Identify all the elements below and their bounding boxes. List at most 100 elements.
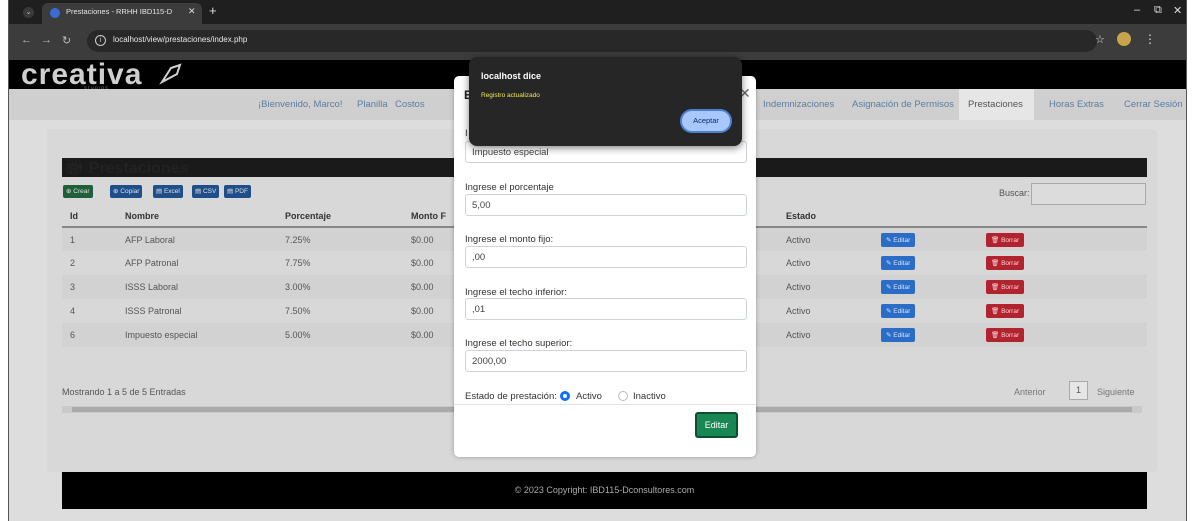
col-nombre[interactable]: Nombre xyxy=(117,206,277,228)
right-border xyxy=(1186,0,1187,521)
cell-nombre: ISSS Patronal xyxy=(125,306,182,316)
gift-icon: 🎁︎ xyxy=(64,160,85,177)
cell-id: 2 xyxy=(70,258,76,268)
cell-porcentaje: 5.00% xyxy=(277,323,403,347)
nav-horas-extras[interactable]: Horas Extras xyxy=(1049,99,1104,110)
footer: © 2023 Copyright: IBD115-Dconsultores.co… xyxy=(62,472,1147,509)
logo-leaf-icon xyxy=(159,63,182,85)
footer-text: © 2023 Copyright: IBD115-Dconsultores.co… xyxy=(514,485,695,495)
cell-porcentaje: 7.75% xyxy=(285,258,311,268)
radio-inactivo[interactable] xyxy=(618,391,628,401)
search-label: Buscar: xyxy=(999,188,1030,198)
delete-button[interactable]: 🗑︎ Borrar xyxy=(986,328,1025,342)
radio-activo[interactable] xyxy=(560,391,570,401)
cell-estado: Activo xyxy=(778,275,873,299)
close-window-icon[interactable]: ✕ xyxy=(1173,4,1182,17)
back-icon[interactable]: ← xyxy=(21,34,32,46)
nombre-label: I xyxy=(465,128,468,139)
site-info-icon[interactable]: i xyxy=(95,35,106,46)
delete-button[interactable]: 🗑︎ Borrar xyxy=(986,304,1025,318)
cell-nombre: AFP Patronal xyxy=(125,258,179,268)
col-editar xyxy=(873,206,978,228)
maximize-icon[interactable]: ⧉ xyxy=(1154,4,1162,17)
edit-button[interactable]: ✎ Editar xyxy=(881,280,916,294)
tab-close-icon[interactable]: ✕ xyxy=(188,6,196,17)
delete-button[interactable]: 🗑︎ Borrar xyxy=(986,280,1025,294)
url-text: localhost/view/prestaciones/index.php xyxy=(113,35,248,44)
bookmark-star-icon[interactable]: ☆ xyxy=(1095,33,1105,46)
tab-search-icon[interactable]: ⌄ xyxy=(23,7,34,18)
techo-inferior-label: Ingrese el techo inferior: xyxy=(465,287,567,298)
edit-button[interactable]: ✎ Editar xyxy=(881,328,916,342)
alert-title: localhost dice xyxy=(481,71,542,81)
pagination-next[interactable]: Siguiente xyxy=(1097,387,1135,397)
nav-costos[interactable]: Costos xyxy=(395,99,425,110)
radio-inactivo-label[interactable]: Inactivo xyxy=(633,391,666,402)
copiar-button[interactable]: ⊕ Copiar xyxy=(110,185,143,198)
edit-button[interactable]: ✎ Editar xyxy=(881,304,916,318)
delete-button[interactable]: 🗑︎ Borrar xyxy=(986,232,1025,247)
cell-estado: Activo xyxy=(778,323,873,347)
cell-porcentaje: 7.50% xyxy=(285,306,311,316)
reload-icon[interactable]: ↻ xyxy=(62,34,71,47)
techo-inferior-input[interactable]: ,01 xyxy=(465,298,747,320)
excel-button[interactable]: ▤ Excel xyxy=(153,185,183,198)
submit-edit-button[interactable]: Editar xyxy=(695,412,738,438)
new-tab-icon[interactable]: + xyxy=(209,3,217,18)
cell-estado: Activo xyxy=(778,227,873,251)
tab-title: Prestaciones - RRHH IBD115-D xyxy=(66,7,173,16)
csv-button[interactable]: ▤ CSV xyxy=(192,185,220,198)
techo-superior-input[interactable]: 2000,00 xyxy=(465,350,747,372)
nav-indemnizaciones[interactable]: Indemnizaciones xyxy=(763,99,834,110)
radio-activo-label[interactable]: Activo xyxy=(576,391,602,402)
pagination-prev[interactable]: Anterior xyxy=(1014,387,1046,397)
edit-button[interactable]: ✎ Editar xyxy=(881,256,916,270)
browser-address-bar: ← → ↻ i localhost/view/prestaciones/inde… xyxy=(9,24,1186,60)
pagination-page[interactable]: 1 xyxy=(1069,381,1088,400)
crear-button[interactable]: ⊕ Crear xyxy=(63,185,93,198)
alert-accept-button[interactable]: Aceptar xyxy=(680,109,732,133)
cell-nombre: Impuesto especial xyxy=(117,323,277,347)
search-input[interactable] xyxy=(1031,183,1146,205)
alert-message: Registro actualizado xyxy=(481,92,540,99)
cell-estado: Activo xyxy=(786,306,811,316)
nav-welcome[interactable]: ¡Bienvenido, Marco! xyxy=(258,99,342,110)
browser-tab[interactable]: Prestaciones - RRHH IBD115-D ✕ xyxy=(42,3,202,24)
delete-button[interactable]: 🗑︎ Borrar xyxy=(986,256,1025,270)
cell-id: 3 xyxy=(62,275,117,299)
screenshot-frame: ⌄ Prestaciones - RRHH IBD115-D ✕ + – ⧉ ✕… xyxy=(0,0,1194,521)
col-estado[interactable]: Estado xyxy=(778,206,873,228)
estado-label: Estado de prestación: xyxy=(465,391,557,402)
porcentaje-label: Ingrese el porcentaje xyxy=(465,182,554,193)
cell-id: 4 xyxy=(70,306,76,316)
site-logo[interactable]: creativa xyxy=(21,60,142,92)
monto-input[interactable]: ,00 xyxy=(465,246,747,268)
table-info: Mostrando 1 a 5 de 5 Entradas xyxy=(62,387,186,397)
forward-icon[interactable]: → xyxy=(41,34,52,46)
nav-permisos[interactable]: Asignación de Permisos xyxy=(852,99,954,110)
techo-superior-label: Ingrese el techo superior: xyxy=(465,338,573,349)
alert-dialog: localhost dice Registro actualizado Acep… xyxy=(469,57,742,146)
cell-porcentaje: 3.00% xyxy=(277,275,403,299)
page-title: 🎁︎ Prestaciones xyxy=(64,160,189,177)
porcentaje-input[interactable]: 5,00 xyxy=(465,194,747,216)
cell-estado: Activo xyxy=(786,258,811,268)
pdf-button[interactable]: ▤ PDF xyxy=(224,185,251,198)
browser-tab-bar: ⌄ Prestaciones - RRHH IBD115-D ✕ + – ⧉ ✕ xyxy=(9,0,1186,24)
col-borrar xyxy=(978,206,1147,228)
nav-prestaciones[interactable]: Prestaciones xyxy=(968,99,1023,110)
browser-menu-icon[interactable]: ⋮ xyxy=(1144,32,1156,46)
cell-id: 1 xyxy=(62,227,117,251)
col-id[interactable]: Id xyxy=(62,206,117,228)
col-porcentaje[interactable]: Porcentaje xyxy=(277,206,403,228)
edit-button[interactable]: ✎ Editar xyxy=(881,232,916,247)
profile-avatar[interactable] xyxy=(1117,32,1131,46)
favicon-icon xyxy=(50,8,60,18)
nav-planilla[interactable]: Planilla xyxy=(357,99,388,110)
cell-porcentaje: 7.25% xyxy=(277,227,403,251)
minimize-icon[interactable]: – xyxy=(1134,4,1140,16)
nav-cerrar-sesion[interactable]: Cerrar Sesión xyxy=(1124,99,1183,110)
cell-id: 6 xyxy=(62,323,117,347)
monto-label: Ingrese el monto fijo: xyxy=(465,234,554,245)
url-field[interactable]: i localhost/view/prestaciones/index.php xyxy=(87,30,1097,52)
